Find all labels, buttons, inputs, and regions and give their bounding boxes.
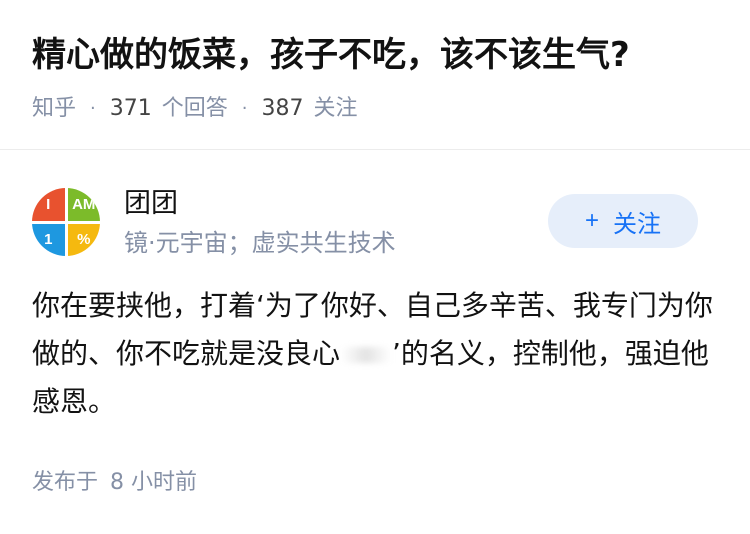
answer-count: 371 (109, 96, 152, 121)
plus-icon: + (584, 207, 599, 234)
publish-time-value: 8 小时前 (110, 470, 198, 495)
meta-separator: · (241, 98, 248, 119)
question-title[interactable]: 精心做的饭菜，孩子不吃，该不该生气? (32, 30, 732, 80)
follow-button-label: 关注 (613, 210, 661, 238)
question-meta: 知乎 · 371 个回答 · 387 关注 (32, 92, 358, 126)
author-name[interactable]: 团团 (124, 186, 178, 222)
answer-content[interactable]: 你在要挟他，打着‘为了你好、自己多辛苦、我专门为你做的、你不吃就是没良心 ’的名义… (32, 282, 722, 426)
answer-card: I AM 1 % 团团 镜·元宇宙；虚实共生技术 + 关注 你在要挟他，打着‘为… (0, 150, 750, 534)
answer-count-label[interactable]: 个回答 (162, 92, 228, 126)
meta-separator: · (90, 98, 96, 119)
answer-page: 精心做的饭菜，孩子不吃，该不该生气? 知乎 · 371 个回答 · 387 关注… (0, 0, 750, 534)
follower-count-label[interactable]: 关注 (314, 92, 358, 126)
avatar[interactable]: I AM 1 % (32, 188, 100, 256)
avatar-tile: I (32, 188, 65, 221)
avatar-tile: 1 (32, 223, 65, 256)
author-bio: 镜·元宇宙；虚实共生技术 (124, 229, 396, 257)
blurred-word (341, 347, 392, 363)
avatar-tile: AM (67, 188, 100, 221)
avatar-tile: % (67, 223, 100, 256)
source-label[interactable]: 知乎 (32, 92, 76, 126)
publish-label: 发布于 (32, 470, 99, 495)
follower-count: 387 (261, 96, 304, 121)
question-header: 精心做的饭菜，孩子不吃，该不该生气? 知乎 · 371 个回答 · 387 关注 (0, 0, 750, 150)
follow-button[interactable]: + 关注 (548, 194, 698, 248)
publish-time: 发布于 8 小时前 (32, 466, 197, 500)
